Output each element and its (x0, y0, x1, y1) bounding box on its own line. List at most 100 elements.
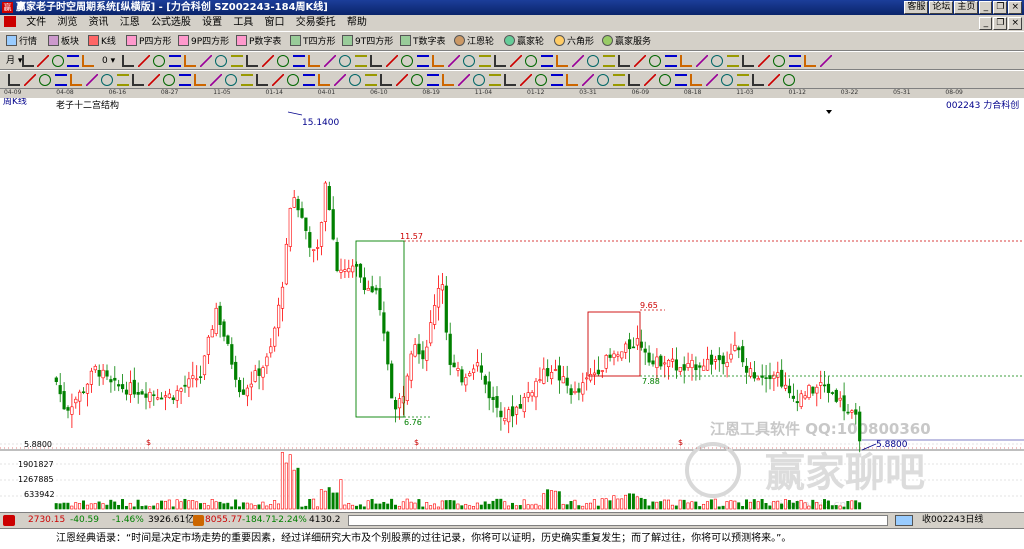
drawing-tool-icon[interactable] (721, 74, 733, 86)
menu-gann[interactable]: 江恩 (116, 15, 144, 31)
drawing-tool-icon[interactable] (318, 74, 330, 86)
inner-close-button[interactable]: × (1008, 17, 1022, 30)
drawing-tool-icon[interactable] (147, 74, 160, 86)
service-button[interactable]: 客服 (904, 1, 929, 14)
drawing-tool-icon[interactable] (612, 74, 625, 86)
drawing-tool-icon[interactable] (70, 74, 82, 86)
drawing-tool-icon[interactable] (240, 74, 253, 86)
drawing-tool-icon[interactable] (633, 55, 646, 67)
drawing-tool-icon[interactable] (463, 55, 475, 67)
quotes-button[interactable]: 行情 (6, 35, 37, 48)
menu-trade[interactable]: 交易委托 (292, 15, 340, 31)
drawing-tool-icon[interactable] (370, 55, 382, 67)
drawing-tool-icon[interactable] (101, 74, 113, 86)
menu-file[interactable]: 文件 (22, 15, 50, 31)
drawing-tool-icon[interactable] (380, 74, 392, 86)
drawing-tool-icon[interactable] (199, 55, 212, 67)
drawing-tool-icon[interactable] (82, 55, 94, 67)
drawing-tool-icon[interactable] (597, 74, 609, 86)
drawing-tool-icon[interactable] (457, 74, 470, 86)
drawing-tool-icon[interactable] (519, 74, 532, 86)
drawing-tool-icon[interactable] (184, 55, 196, 67)
horizontal-scrollbar[interactable] (348, 515, 888, 526)
drawing-tool-icon[interactable] (757, 55, 770, 67)
drawing-tool-icon[interactable] (230, 55, 243, 67)
drawing-tool-icon[interactable] (349, 74, 361, 86)
drawing-tool-icon[interactable] (54, 74, 67, 86)
drawing-tool-icon[interactable] (447, 55, 460, 67)
drawing-tool-icon[interactable] (122, 55, 134, 67)
inner-minimize-button[interactable]: _ (979, 17, 993, 30)
drawing-tool-icon[interactable] (246, 55, 258, 67)
drawing-tool-icon[interactable] (783, 74, 795, 86)
inner-restore-button[interactable]: ❐ (993, 17, 1008, 30)
minimize-button[interactable]: _ (979, 1, 993, 14)
drawing-tool-icon[interactable] (488, 74, 501, 86)
p-table-button[interactable]: P数字表 (236, 35, 281, 48)
drawing-tool-icon[interactable] (767, 74, 780, 86)
drawing-tool-icon[interactable] (354, 55, 367, 67)
drawing-tool-icon[interactable] (256, 74, 268, 86)
drawing-tool-icon[interactable] (628, 74, 640, 86)
drawing-tool-icon[interactable] (401, 55, 413, 67)
drawing-tool-icon[interactable] (705, 74, 718, 86)
drawing-tool-icon[interactable] (478, 55, 491, 67)
drawing-tool-icon[interactable] (261, 55, 274, 67)
drawing-tool-icon[interactable] (674, 74, 687, 86)
t-square-button[interactable]: T四方形 (290, 35, 336, 48)
kline-button[interactable]: K线 (88, 35, 116, 48)
drawing-tool-icon[interactable] (571, 55, 584, 67)
winner-wheel-button[interactable]: 赢家轮 (504, 35, 544, 48)
drawing-tool-icon[interactable] (23, 74, 36, 86)
drawing-tool-icon[interactable] (37, 55, 49, 67)
drawing-tool-icon[interactable] (323, 55, 336, 67)
drawing-tool-icon[interactable] (271, 74, 284, 86)
restore-button[interactable]: ❐ (993, 1, 1008, 14)
drawing-tool-icon[interactable] (494, 55, 506, 67)
drawing-tool-icon[interactable] (308, 55, 320, 67)
p-square-button[interactable]: P四方形 (126, 35, 171, 48)
drawing-tool-icon[interactable] (556, 55, 568, 67)
drawing-tool-icon[interactable] (664, 55, 677, 67)
drawing-tool-icon[interactable] (649, 55, 661, 67)
homepage-button[interactable]: 主页 (954, 1, 979, 14)
drawing-tool-icon[interactable] (540, 55, 553, 67)
drawing-tool-icon[interactable] (690, 74, 702, 86)
drawing-tool-icon[interactable] (618, 55, 630, 67)
menu-window[interactable]: 窗口 (261, 15, 289, 31)
drawing-tool-icon[interactable] (215, 55, 227, 67)
drawing-tool-icon[interactable] (364, 74, 377, 86)
drawing-tool-icon[interactable] (643, 74, 656, 86)
drawing-tool-icon[interactable] (504, 74, 516, 86)
menu-browse[interactable]: 浏览 (53, 15, 81, 31)
drawing-tool-icon[interactable] (432, 55, 444, 67)
drawing-tool-icon[interactable] (132, 74, 144, 86)
drawing-tool-icon[interactable] (566, 74, 578, 86)
winner-service-button[interactable]: 赢家服务 (602, 35, 651, 48)
drawing-tool-icon[interactable] (302, 74, 315, 86)
drawing-tool-icon[interactable] (178, 74, 191, 86)
drawing-tool-icon[interactable] (209, 74, 222, 86)
dropdown-arrow-icon[interactable] (826, 110, 832, 114)
menu-formula[interactable]: 公式选股 (147, 15, 195, 31)
drawing-tool-icon[interactable] (339, 55, 351, 67)
drawing-tool-icon[interactable] (535, 74, 547, 86)
drawing-tool-icon[interactable] (695, 55, 708, 67)
drawing-tool-icon[interactable] (67, 55, 79, 67)
9t-square-button[interactable]: 9T四方形 (342, 35, 393, 48)
drawing-tool-icon[interactable] (153, 55, 165, 67)
drawing-tool-icon[interactable] (442, 74, 454, 86)
drawing-tool-icon[interactable] (773, 55, 785, 67)
drawing-tool-icon[interactable] (426, 74, 439, 86)
drawing-tool-icon[interactable] (473, 74, 485, 86)
drawing-tool-icon[interactable] (163, 74, 175, 86)
menu-help[interactable]: 帮助 (343, 15, 371, 31)
drawing-tool-icon[interactable] (525, 55, 537, 67)
drawing-tool-icon[interactable] (287, 74, 299, 86)
drawing-tool-icon[interactable] (116, 74, 129, 86)
hexagon-button[interactable]: 六角形 (554, 35, 594, 48)
9p-square-button[interactable]: 9P四方形 (178, 35, 229, 48)
drawing-tool-icon[interactable] (819, 55, 832, 67)
close-button[interactable]: × (1008, 1, 1022, 14)
sector-button[interactable]: 板块 (48, 35, 79, 48)
